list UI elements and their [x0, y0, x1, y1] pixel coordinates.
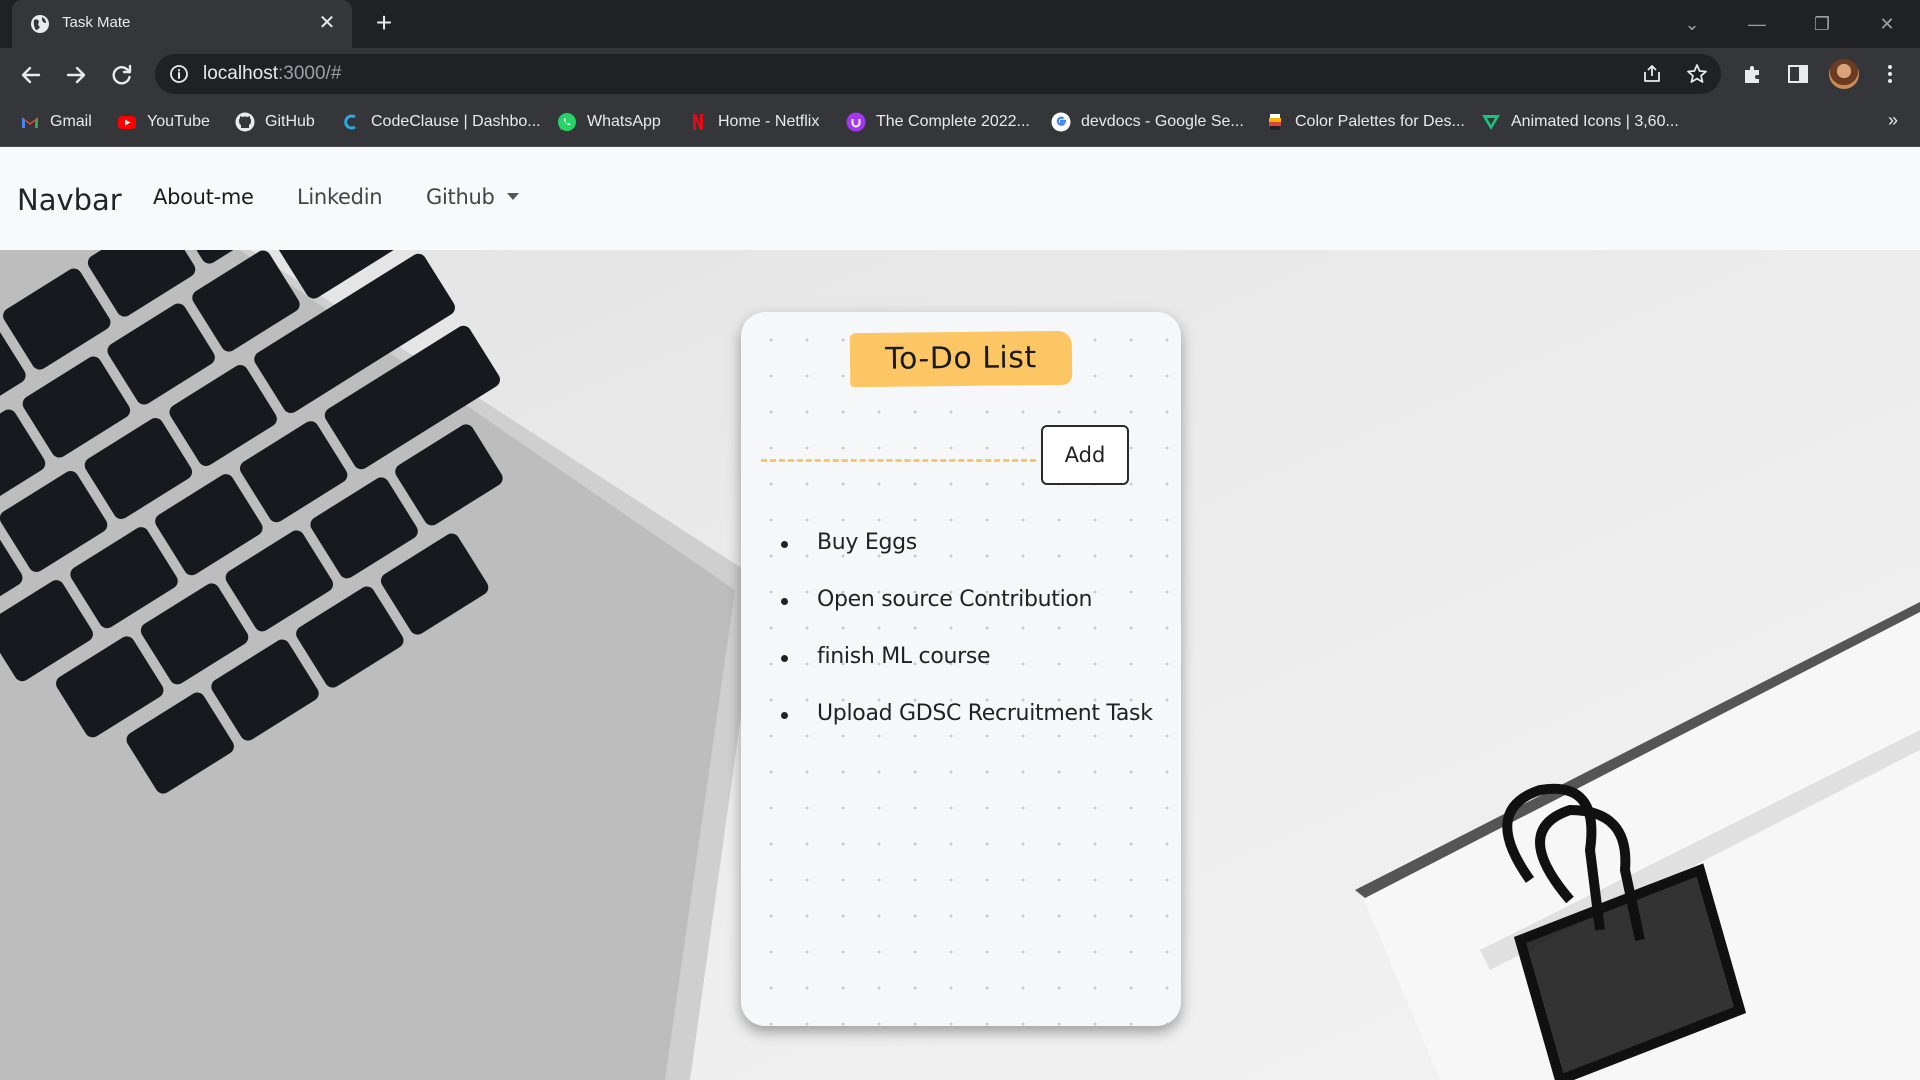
bookmark-label: YouTube: [147, 113, 210, 130]
bookmark-animated-icons[interactable]: Animated Icons | 3,60...: [1481, 110, 1679, 134]
nav-dropdown-github[interactable]: Github: [426, 185, 519, 209]
browser-tabstrip: Task Mate ✕ + ⌄ — ❐ ✕: [0, 0, 1920, 48]
todo-item-text: Buy Eggs: [817, 530, 917, 555]
bookmark-youtube[interactable]: YouTube: [117, 110, 210, 134]
todo-item[interactable]: Upload GDSC Recruitment Task: [781, 701, 1153, 758]
site-navbar: Navbar About-me Linkedin Github: [0, 147, 1920, 250]
extensions-puzzle-icon[interactable]: [1741, 62, 1765, 86]
caret-down-icon: [506, 193, 519, 200]
tab-search-chevron-icon[interactable]: ⌄: [1672, 10, 1712, 38]
url-path: :3000/#: [278, 63, 342, 84]
udemy-icon: [846, 112, 866, 132]
bookmark-google[interactable]: devdocs - Google Se...: [1051, 110, 1244, 134]
palette-icon: [1269, 114, 1281, 130]
whatsapp-icon: [558, 113, 576, 131]
minimize-icon[interactable]: —: [1737, 10, 1777, 38]
url-host: localhost: [203, 63, 278, 84]
google-icon: [1051, 112, 1071, 132]
github-icon: [235, 112, 255, 132]
bookmark-label: Home - Netflix: [718, 113, 820, 130]
todo-item-text: finish ML course: [817, 644, 991, 669]
bookmarks-bar: Gmail YouTube GitHub CodeClause | Dashbo…: [0, 100, 1920, 147]
browser-tab[interactable]: Task Mate ✕: [12, 0, 352, 48]
add-button[interactable]: Add: [1041, 425, 1129, 485]
bookmark-star-icon[interactable]: [1686, 63, 1708, 85]
bookmark-label: GitHub: [265, 113, 315, 130]
site-info-icon[interactable]: [169, 64, 189, 84]
url-text: localhost:3000/#: [203, 63, 341, 85]
new-tab-button[interactable]: +: [370, 9, 398, 38]
bookmark-color-palettes[interactable]: Color Palettes for Des...: [1265, 110, 1465, 134]
share-icon[interactable]: [1641, 63, 1663, 85]
bookmark-label: WhatsApp: [587, 113, 661, 130]
bookmark-netflix[interactable]: Home - Netflix: [688, 110, 819, 134]
browser-toolbar: localhost:3000/#: [0, 48, 1920, 100]
youtube-icon: [118, 116, 136, 129]
todo-item[interactable]: Buy Eggs: [781, 530, 1153, 587]
bookmark-label: CodeClause | Dashbo...: [371, 113, 541, 130]
todo-item[interactable]: finish ML course: [781, 644, 1153, 701]
todo-list: Buy Eggs Open source Contribution finish…: [781, 530, 1153, 758]
tab-close-icon[interactable]: ✕: [316, 12, 338, 34]
bookmark-label: Gmail: [50, 113, 92, 130]
bullet-icon: [781, 655, 788, 662]
todo-title: To-Do List: [849, 330, 1073, 388]
navbar-brand[interactable]: Navbar: [17, 183, 122, 217]
side-panel-icon[interactable]: [1786, 62, 1810, 86]
todo-item-text: Upload GDSC Recruitment Task: [817, 701, 1153, 726]
back-arrow-icon[interactable]: [16, 60, 46, 90]
address-bar[interactable]: localhost:3000/#: [155, 54, 1721, 94]
window-close-icon[interactable]: ✕: [1867, 10, 1907, 38]
forward-arrow-icon[interactable]: [61, 60, 91, 90]
bookmark-udemy[interactable]: The Complete 2022...: [846, 110, 1030, 134]
todo-card: To-Do List Add Buy Eggs Open source Cont…: [741, 312, 1181, 1026]
bookmarks-overflow-icon[interactable]: »: [1888, 110, 1898, 131]
bullet-icon: [781, 712, 788, 719]
gmail-icon: [22, 117, 38, 128]
bullet-icon: [781, 541, 788, 548]
kebab-menu-icon[interactable]: [1878, 62, 1902, 86]
nav-dropdown-label: Github: [426, 185, 495, 209]
nav-link-about-me[interactable]: About-me: [153, 185, 254, 209]
bullet-icon: [781, 598, 788, 605]
codeclause-icon: [344, 114, 356, 130]
bookmark-github[interactable]: GitHub: [235, 110, 315, 134]
bookmark-codeclause[interactable]: CodeClause | Dashbo...: [341, 110, 541, 134]
todo-item[interactable]: Open source Contribution: [781, 587, 1153, 644]
todo-item-text: Open source Contribution: [817, 587, 1093, 612]
bookmark-label: Color Palettes for Des...: [1295, 113, 1465, 130]
nav-link-linkedin[interactable]: Linkedin: [297, 185, 383, 209]
globe-icon: [31, 15, 49, 33]
profile-avatar[interactable]: [1829, 59, 1859, 89]
restore-icon[interactable]: ❐: [1802, 10, 1842, 38]
animated-icons-icon: [1482, 115, 1500, 130]
bookmark-whatsapp[interactable]: WhatsApp: [557, 110, 661, 134]
netflix-icon: [693, 114, 703, 130]
todo-input[interactable]: [761, 424, 1036, 462]
bookmark-label: devdocs - Google Se...: [1081, 113, 1244, 130]
bookmark-gmail[interactable]: Gmail: [20, 110, 92, 134]
reload-icon[interactable]: [107, 60, 137, 90]
bookmark-label: Animated Icons | 3,60...: [1511, 113, 1679, 130]
bookmark-label: The Complete 2022...: [876, 113, 1030, 130]
page-viewport: Navbar About-me Linkedin Github To-Do Li…: [0, 147, 1920, 1080]
tab-title: Task Mate: [62, 14, 131, 31]
